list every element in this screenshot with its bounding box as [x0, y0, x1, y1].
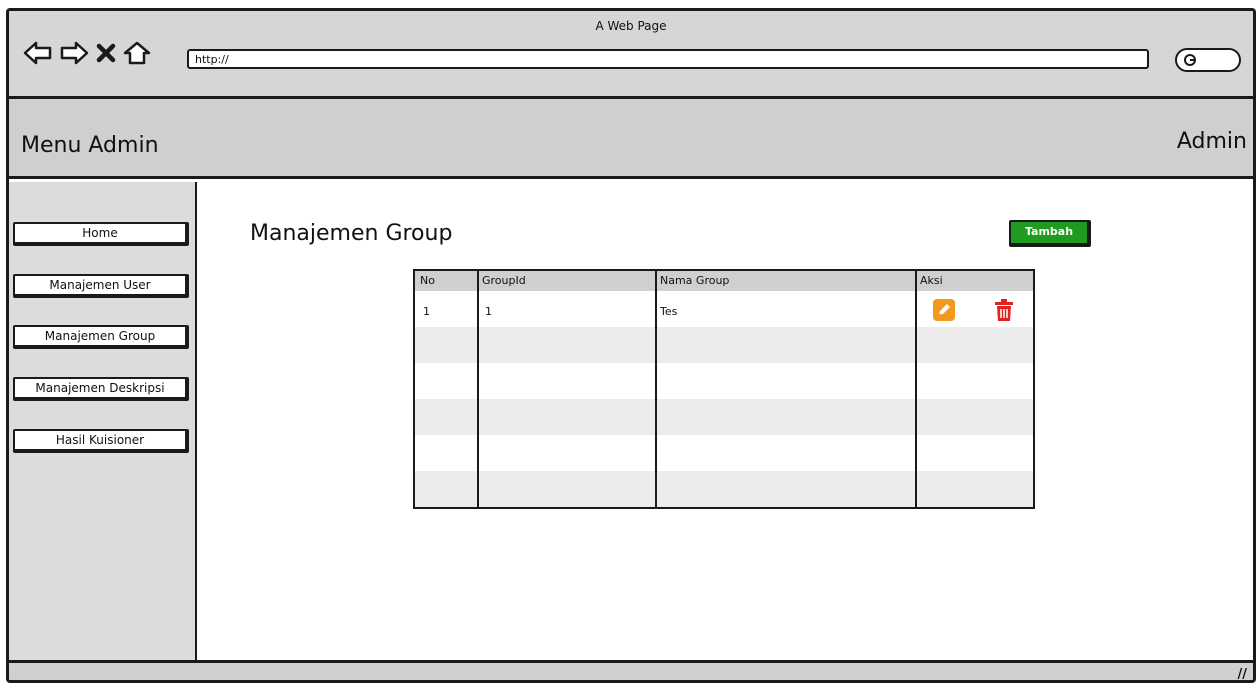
browser-window: A Web Page http:// Menu Admin Admin Home… — [6, 8, 1256, 683]
sidebar-item-home[interactable]: Home — [13, 222, 189, 246]
sidebar: Home Manajemen User Manajemen Group Mana… — [9, 182, 197, 660]
page-title: Manajemen Group — [250, 221, 453, 246]
sidebar-item-manajemen-group[interactable]: Manajemen Group — [13, 325, 189, 349]
home-icon[interactable] — [123, 41, 151, 65]
table-row-empty — [415, 363, 1033, 399]
table-row-empty — [415, 435, 1033, 471]
user-name[interactable]: Admin — [1177, 129, 1247, 154]
table-row-empty — [415, 327, 1033, 363]
search-button[interactable] — [1175, 48, 1241, 72]
cell-no: 1 — [423, 305, 430, 318]
app-title: Menu Admin — [21, 133, 159, 158]
column-header-no[interactable]: No — [420, 274, 435, 287]
app-header: Menu Admin Admin — [9, 99, 1253, 179]
cell-groupid: 1 — [485, 305, 492, 318]
status-bar: // — [9, 660, 1253, 680]
sidebar-item-hasil-kuisioner[interactable]: Hasil Kuisioner — [13, 429, 189, 453]
sidebar-item-manajemen-deskripsi[interactable]: Manajemen Deskripsi — [13, 377, 189, 401]
add-button[interactable]: Tambah — [1009, 220, 1091, 247]
trash-icon[interactable] — [993, 298, 1015, 326]
column-divider — [477, 271, 479, 507]
column-header-groupid[interactable]: GroupId — [482, 274, 526, 287]
stop-icon[interactable] — [95, 41, 117, 65]
url-input[interactable]: http:// — [187, 49, 1149, 69]
table-row-empty — [415, 399, 1033, 435]
column-divider — [655, 271, 657, 507]
resize-grip-icon[interactable]: // — [1238, 667, 1248, 680]
window-title: A Web Page — [595, 19, 667, 33]
cell-nama-group: Tes — [660, 305, 678, 318]
pencil-icon[interactable] — [933, 299, 955, 325]
column-header-nama-group[interactable]: Nama Group — [660, 274, 729, 287]
group-table: No GroupId Nama Group Aksi 1 1 Tes — [413, 269, 1035, 509]
table-row-empty — [415, 471, 1033, 507]
browser-chrome: A Web Page http:// — [9, 11, 1253, 99]
nav-icons — [23, 41, 151, 65]
column-divider — [915, 271, 917, 507]
column-header-aksi[interactable]: Aksi — [920, 274, 943, 287]
forward-icon[interactable] — [59, 41, 89, 65]
back-icon[interactable] — [23, 41, 53, 65]
sidebar-item-manajemen-user[interactable]: Manajemen User — [13, 274, 189, 298]
